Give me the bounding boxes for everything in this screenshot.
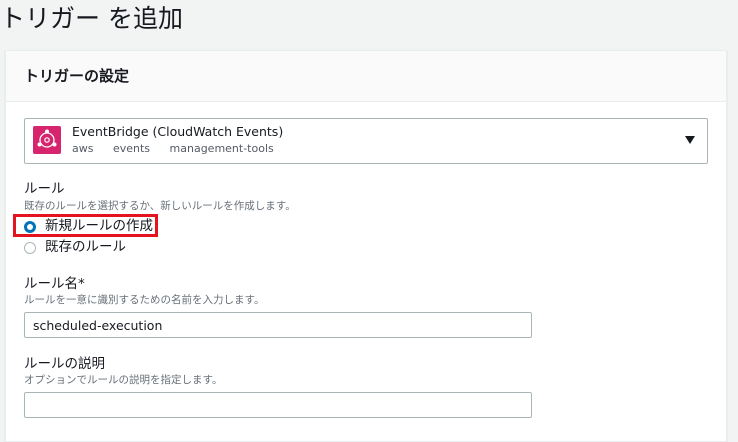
page-title: トリガー を追加 [0, 4, 183, 33]
rule-name-label: ルール名* [24, 276, 85, 292]
rule-description-text: 既存のルールを選択するか、新しいルールを作成します。 [24, 200, 296, 212]
service-select[interactable]: EventBridge (CloudWatch Events) aws even… [24, 118, 708, 164]
eventbridge-icon [33, 126, 61, 154]
rule-desc-label: ルールの説明 [24, 356, 105, 372]
rule-description-input[interactable] [24, 392, 532, 418]
rule-desc-description: オプションでルールの説明を指定します。 [24, 374, 223, 386]
highlight-box [13, 214, 158, 237]
panel-header-title: トリガーの設定 [24, 67, 130, 85]
service-tag: aws [72, 142, 94, 155]
radio-button[interactable] [24, 242, 36, 254]
radio-label[interactable]: 既存のルール [45, 238, 126, 256]
caret-down-icon[interactable] [685, 136, 695, 144]
rule-label: ルール [24, 181, 65, 197]
service-tag: management-tools [169, 142, 274, 155]
rule-name-description: ルールを一意に識別するための名前を入力します。 [24, 294, 265, 306]
panel-header: トリガーの設定 [6, 51, 726, 102]
service-name: EventBridge (CloudWatch Events) [72, 124, 284, 139]
rule-name-input[interactable] [24, 312, 532, 338]
trigger-config-panel: トリガーの設定 EventBridge (CloudWatch Events) … [5, 50, 727, 442]
service-tags: aws events management-tools [72, 141, 290, 157]
service-tag: events [112, 142, 151, 155]
